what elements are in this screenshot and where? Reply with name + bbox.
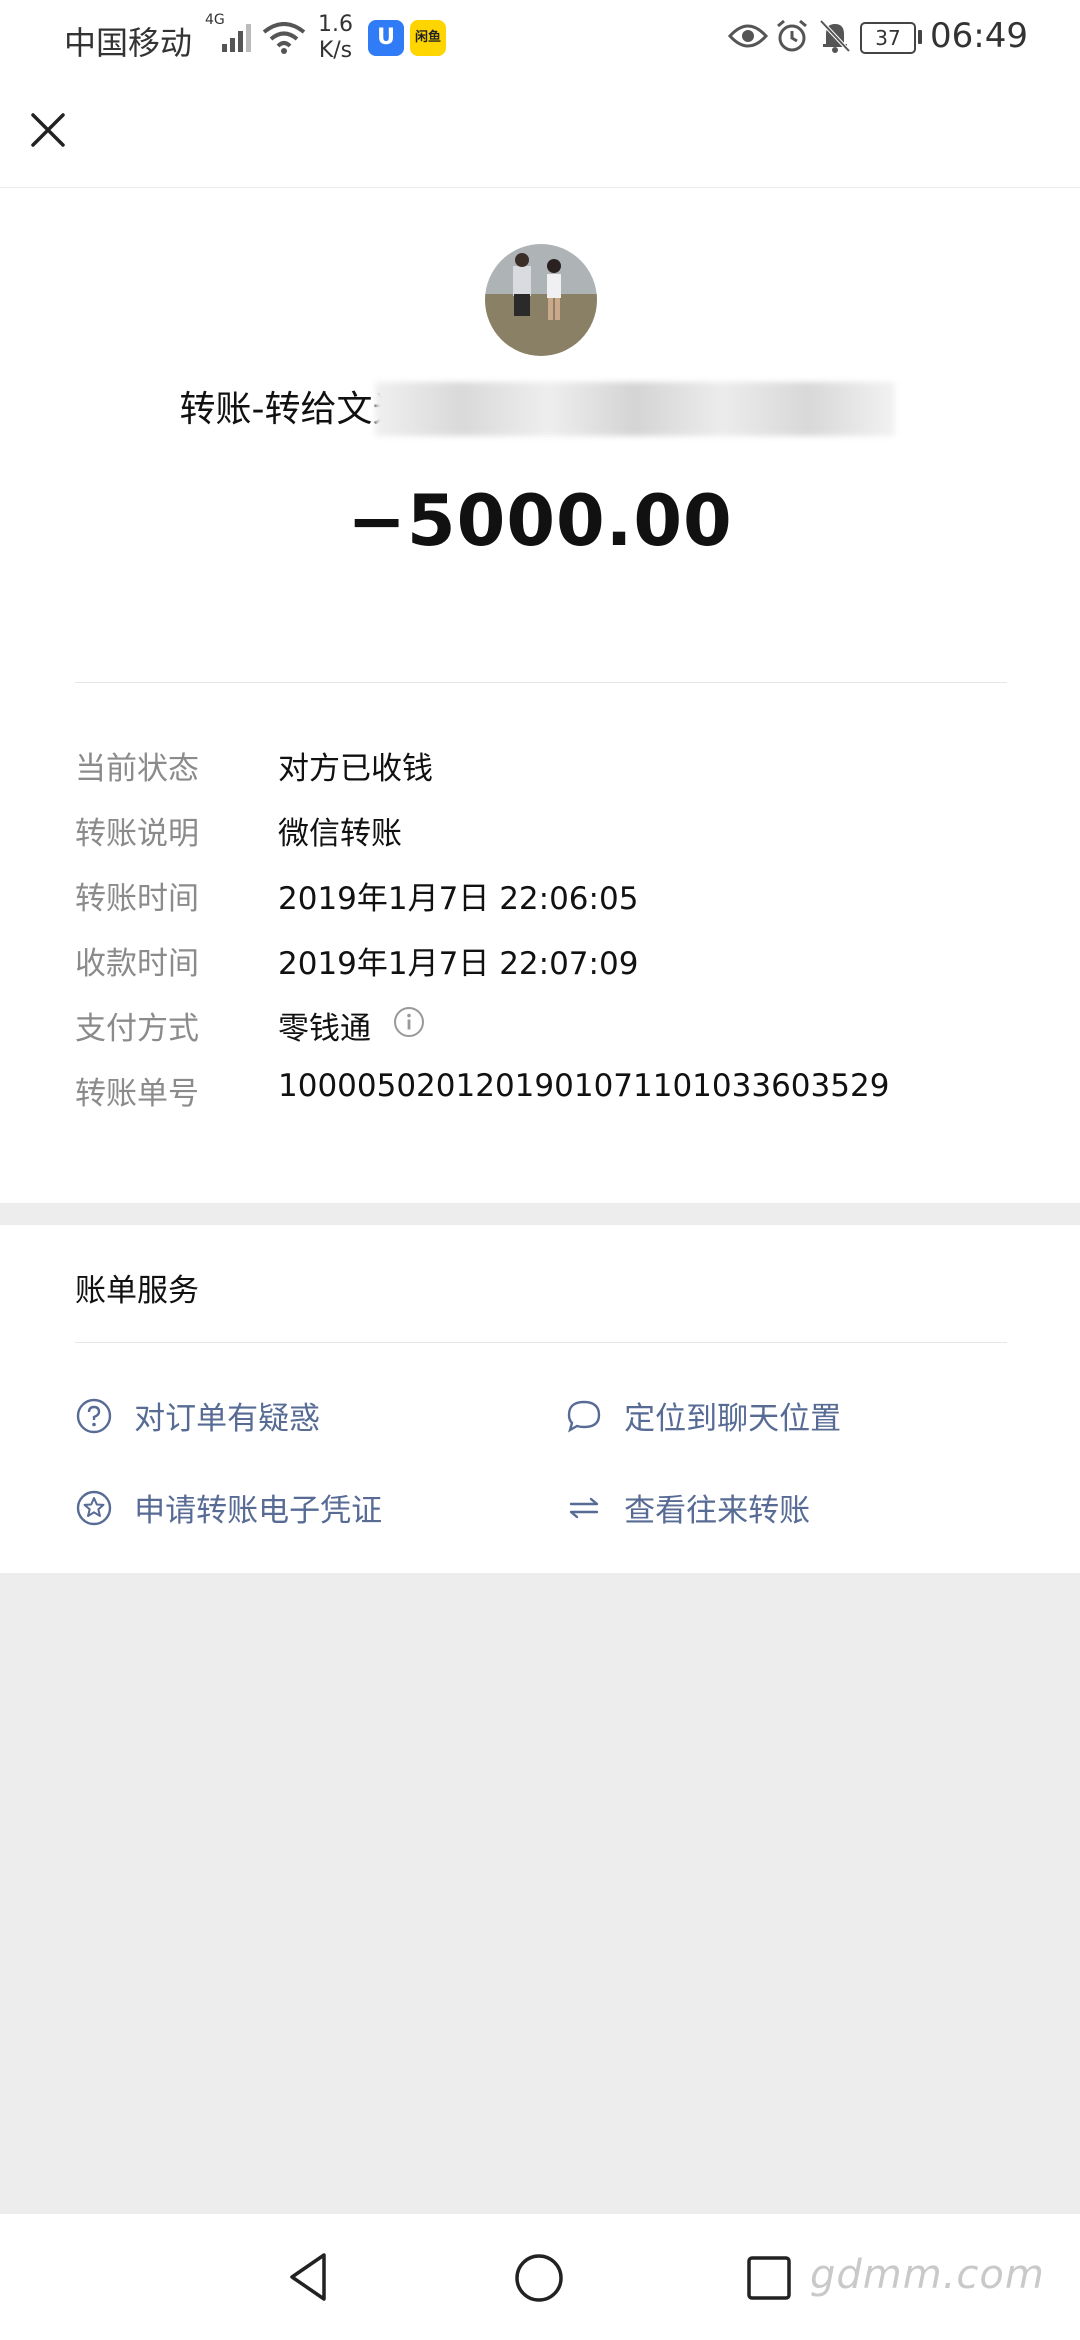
clock: 06:49 xyxy=(930,16,1028,56)
remark-value: 微信转账 xyxy=(278,816,402,852)
home-icon[interactable] xyxy=(512,2251,566,2305)
close-icon[interactable] xyxy=(28,110,68,150)
e-voucher-label: 申请转账电子凭证 xyxy=(134,1493,383,1529)
status-value: 对方已收钱 xyxy=(278,751,433,787)
app-notification-icon: U xyxy=(368,20,404,56)
battery-level: 37 xyxy=(860,22,916,54)
battery-icon xyxy=(918,30,922,44)
order-question-label: 对订单有疑惑 xyxy=(134,1401,321,1437)
watermark: gdmm.com xyxy=(810,2252,1045,2298)
locate-chat-link[interactable]: 定位到聊天位置 xyxy=(565,1393,841,1438)
eye-icon xyxy=(728,24,768,48)
redacted-name xyxy=(375,382,895,436)
net-speed: 1.6 K/s xyxy=(318,12,353,64)
order-question-link[interactable]: 对订单有疑惑 xyxy=(75,1393,320,1438)
bill-services-title: 账单服务 xyxy=(75,1273,199,1309)
bell-muted-icon xyxy=(819,19,851,53)
header-bar xyxy=(0,75,1080,188)
order-number-value: 1000050201201901071101033603529 xyxy=(278,1068,890,1104)
question-circle-icon xyxy=(76,1398,112,1433)
star-circle-icon xyxy=(76,1490,112,1525)
transfer-history-link[interactable]: 查看往来转账 xyxy=(565,1485,810,1530)
back-icon[interactable] xyxy=(284,2250,334,2304)
swap-arrows-icon xyxy=(569,1497,599,1518)
transfer-amount: −5000.00 xyxy=(347,480,733,562)
section-gap xyxy=(0,1203,1080,1225)
chat-bubble-icon xyxy=(567,1400,601,1433)
order-number-label: 转账单号 xyxy=(75,1076,199,1112)
transfer-history-label: 查看往来转账 xyxy=(624,1493,811,1529)
alarm-icon xyxy=(777,19,807,52)
carrier-label: 中国移动 xyxy=(64,24,193,62)
wifi-icon xyxy=(262,22,306,54)
signal-icon xyxy=(222,24,251,52)
receive-time-value: 2019年1月7日 22:07:09 xyxy=(278,946,639,982)
net-speed-unit: K/s xyxy=(318,38,353,63)
avatar xyxy=(485,244,597,356)
status-label: 当前状态 xyxy=(75,751,199,787)
payment-method-label: 支付方式 xyxy=(75,1011,199,1047)
info-icon[interactable] xyxy=(393,1006,425,1038)
transfer-time-label: 转账时间 xyxy=(75,881,199,917)
recents-icon[interactable] xyxy=(744,2253,794,2303)
net-speed-value: 1.6 xyxy=(318,12,353,37)
divider xyxy=(75,1342,1007,1343)
remark-label: 转账说明 xyxy=(75,816,199,852)
xianyu-app-icon: 闲鱼 xyxy=(410,20,446,56)
divider xyxy=(75,682,1007,683)
payment-method-value: 零钱通 xyxy=(278,1011,371,1047)
locate-chat-label: 定位到聊天位置 xyxy=(624,1401,842,1437)
e-voucher-link[interactable]: 申请转账电子凭证 xyxy=(75,1485,382,1530)
transfer-time-value: 2019年1月7日 22:06:05 xyxy=(278,881,639,917)
receive-time-label: 收款时间 xyxy=(75,946,199,982)
